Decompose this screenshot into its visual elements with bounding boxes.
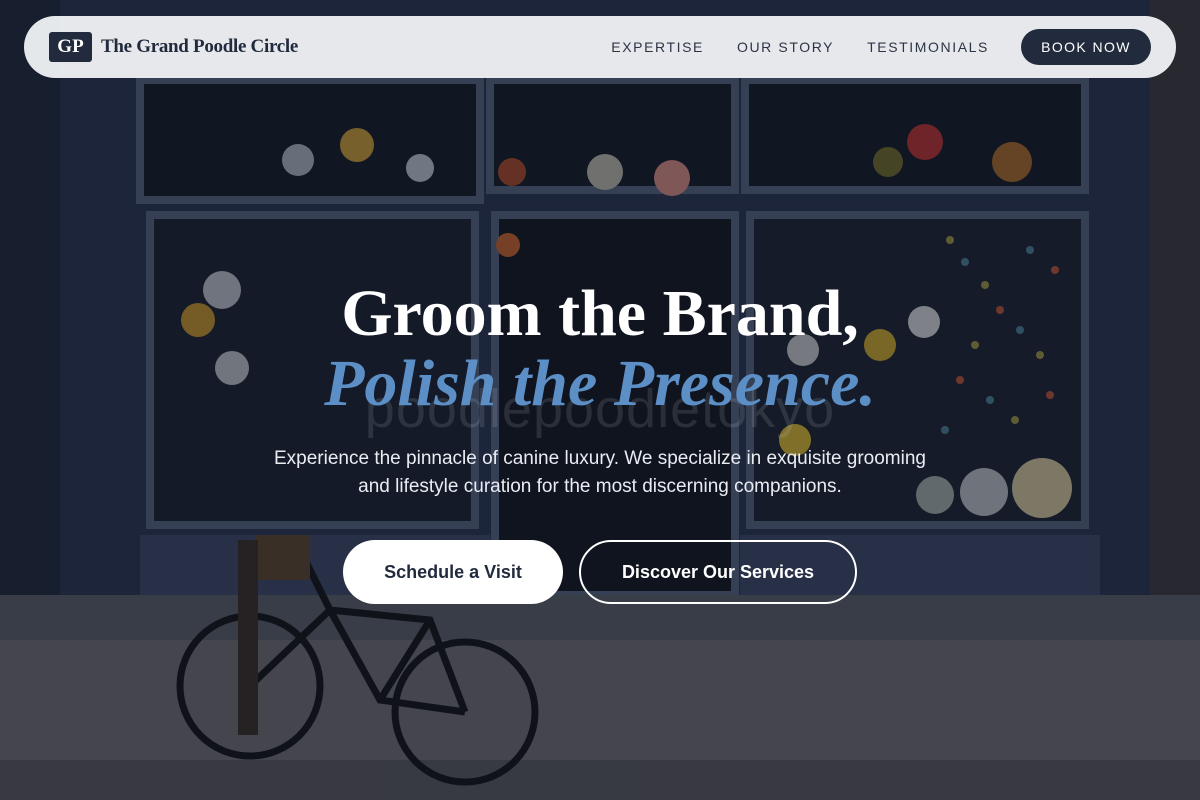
schedule-visit-button[interactable]: Schedule a Visit (343, 540, 563, 604)
hero-title-line1: Groom the Brand, (341, 277, 859, 350)
top-navbar: GP The Grand Poodle Circle EXPERTISE OUR… (24, 16, 1176, 78)
logo-mark: GP (49, 32, 92, 62)
nav-link-expertise[interactable]: EXPERTISE (611, 39, 704, 55)
brand-logo-link[interactable]: GP The Grand Poodle Circle (49, 32, 298, 62)
hero-title-line2: Polish the Presence. (324, 347, 876, 420)
nav-link-our-story[interactable]: OUR STORY (737, 39, 834, 55)
nav-link-testimonials[interactable]: TESTIMONIALS (867, 39, 989, 55)
discover-services-button[interactable]: Discover Our Services (579, 540, 857, 604)
book-now-button[interactable]: BOOK NOW (1021, 29, 1151, 65)
hero-subtitle: Experience the pinnacle of canine luxury… (274, 448, 926, 497)
nav-links: EXPERTISE OUR STORY TESTIMONIALS (611, 39, 989, 55)
brand-name: The Grand Poodle Circle (101, 36, 298, 57)
